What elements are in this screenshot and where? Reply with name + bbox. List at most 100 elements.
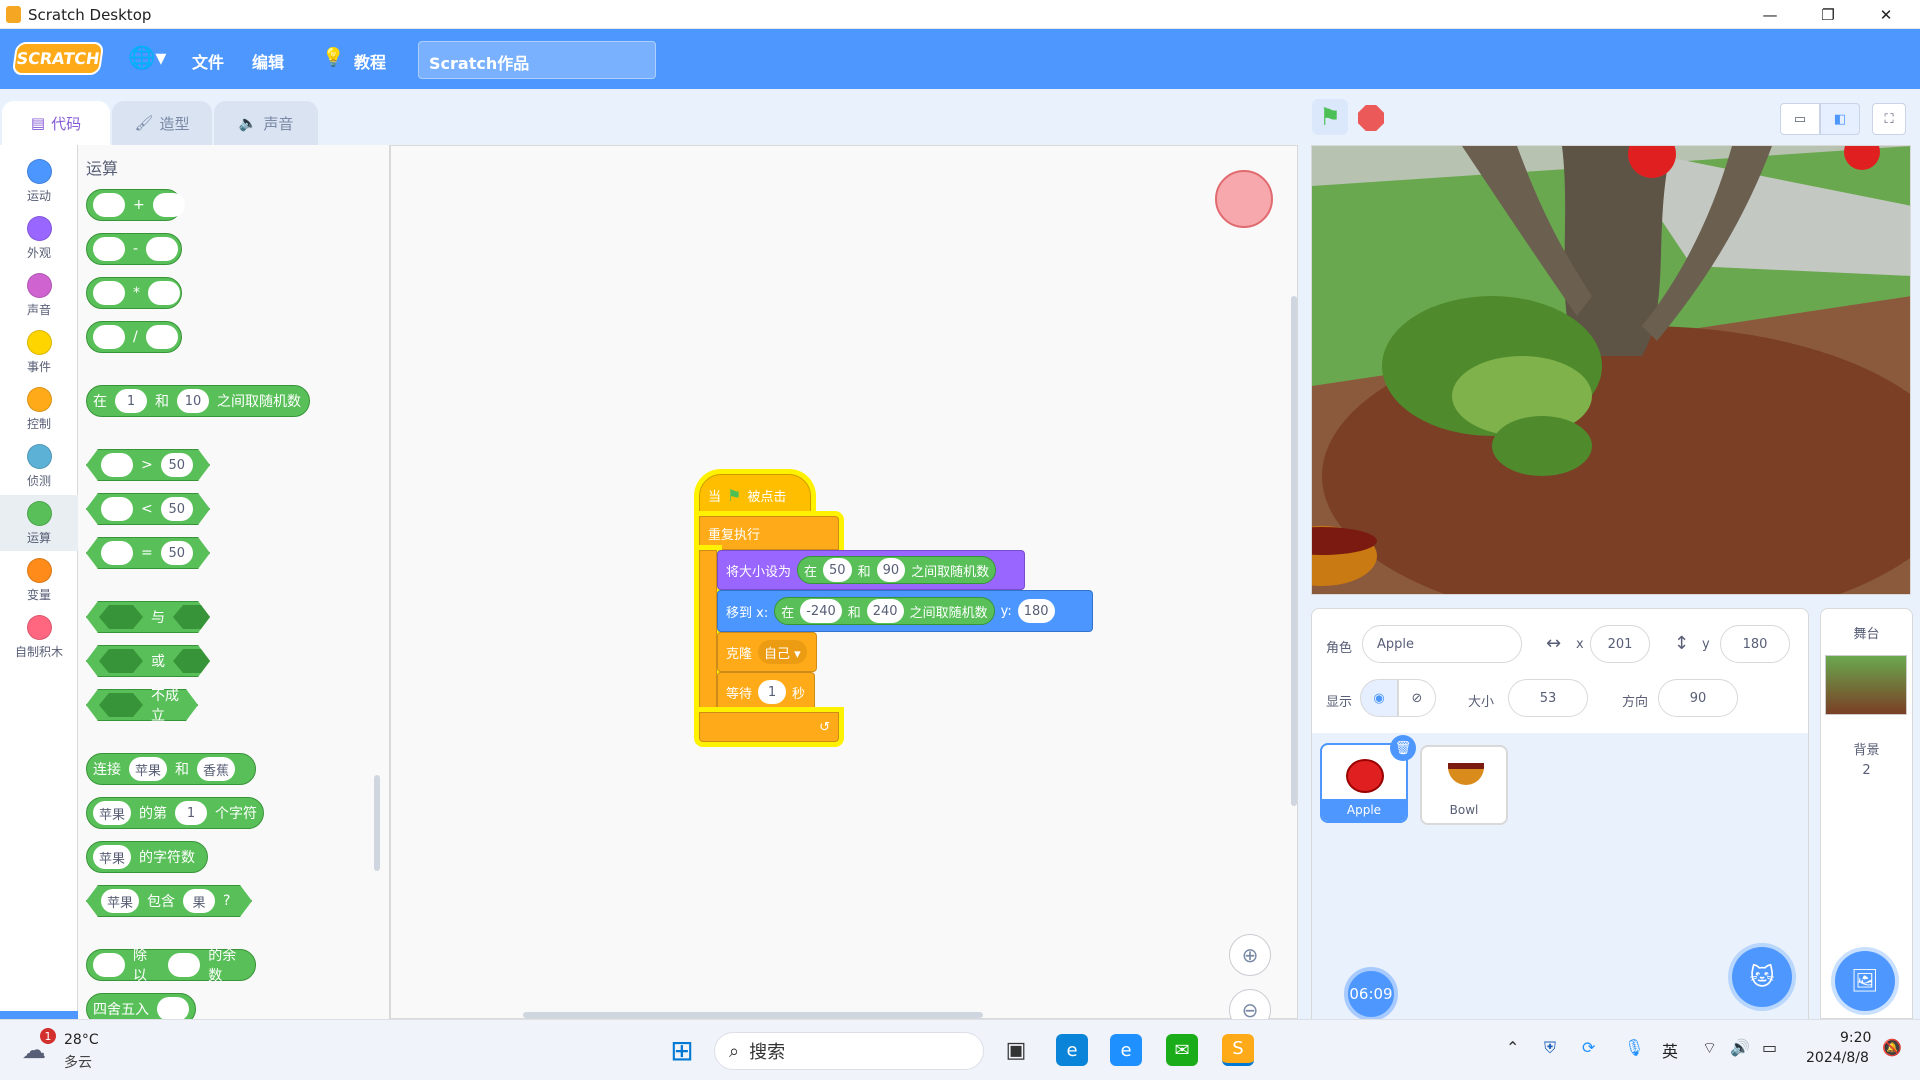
length-string-input[interactable]: 苹果 (93, 845, 132, 869)
random-to-input[interactable]: 10 (177, 389, 209, 413)
size-input[interactable]: 53 (1508, 679, 1588, 717)
x-input[interactable]: 201 (1590, 625, 1650, 663)
green-flag-button[interactable]: ⚑ (1312, 99, 1348, 135)
restore-button[interactable]: ❐ (1800, 0, 1856, 29)
minimize-button[interactable]: — (1742, 0, 1798, 29)
contains-sub-input[interactable]: 果 (183, 889, 215, 913)
wait-seconds-input[interactable]: 1 (758, 680, 787, 704)
join-b-input[interactable]: 香蕉 (197, 757, 236, 781)
or-block[interactable]: 或 (86, 645, 210, 677)
greater-than-block[interactable]: >50 (86, 449, 210, 481)
divide-block[interactable]: / (86, 321, 182, 353)
clone-target-dropdown[interactable]: 自己 ▾ (758, 640, 807, 664)
category-5[interactable]: 侦测 (0, 438, 78, 494)
contains-block[interactable]: 苹果 包含 果 ? (86, 885, 252, 917)
choose-backdrop-button[interactable]: 🖼 (1835, 951, 1895, 1011)
code-workspace[interactable]: 当 ⚑ 被点击 重复执行 将大小设为 在 50 和 90 之间取随机数 移到 x… (390, 145, 1298, 1031)
microphone-icon[interactable]: 🎙 (1624, 1038, 1644, 1057)
tab-sounds[interactable]: 🔈 声音 (214, 101, 318, 145)
start-button[interactable]: ⊞ (666, 1034, 698, 1067)
compare-input[interactable]: 50 (161, 541, 193, 565)
category-8[interactable]: 自制积木 (0, 609, 78, 665)
size-random-from-input[interactable]: 50 (823, 558, 852, 582)
lightbulb-icon[interactable]: 💡 (322, 47, 344, 68)
category-4[interactable]: 控制 (0, 381, 78, 437)
direction-input[interactable]: 90 (1658, 679, 1738, 717)
project-title-input[interactable]: Scratch作品 (418, 41, 656, 79)
sprite-name-input[interactable]: Apple (1362, 625, 1522, 663)
tab-costumes[interactable]: 🖌 造型 (112, 101, 212, 145)
y-input[interactable]: 180 (1017, 599, 1055, 623)
category-7[interactable]: 变量 (0, 552, 78, 608)
category-6[interactable]: 运算 (0, 495, 78, 551)
palette-scrollbar[interactable] (374, 775, 380, 871)
category-3[interactable]: 事件 (0, 324, 78, 380)
fullscreen-button[interactable]: ⛶ (1872, 103, 1906, 135)
create-clone-block[interactable]: 克隆 自己 ▾ (717, 632, 817, 672)
tutorials-menu[interactable]: 教程 (354, 49, 386, 73)
category-0[interactable]: 运动 (0, 153, 78, 209)
sprite-card-apple[interactable]: Apple 🗑 (1320, 735, 1416, 823)
show-sprite-button[interactable]: ◉ (1360, 679, 1398, 717)
script-stack[interactable]: 当 ⚑ 被点击 重复执行 将大小设为 在 50 和 90 之间取随机数 移到 x… (699, 474, 1099, 804)
wifi-icon[interactable]: ⌔ (1702, 1038, 1717, 1058)
scratch-taskbar-icon[interactable]: S (1222, 1034, 1254, 1066)
letter-of-block[interactable]: 苹果 的第 1 个字符 (86, 797, 264, 829)
subtract-block[interactable]: - (86, 233, 182, 265)
choose-sprite-button[interactable]: 🐱 (1732, 947, 1792, 1007)
wechat-icon[interactable]: ✉ (1166, 1034, 1198, 1066)
workspace-vertical-scrollbar[interactable] (1291, 296, 1297, 806)
edge-dev-icon[interactable]: e (1056, 1034, 1088, 1066)
stop-button[interactable] (1358, 105, 1384, 131)
letter-index-input[interactable]: 1 (175, 801, 208, 825)
scratch-logo[interactable]: SCRATCH (11, 42, 105, 75)
add-block[interactable]: + (86, 189, 185, 221)
battery-icon[interactable]: ▭ (1762, 1038, 1777, 1057)
join-a-input[interactable]: 苹果 (129, 757, 168, 781)
hide-sprite-button[interactable]: ⊘ (1398, 679, 1436, 717)
round-block[interactable]: 四舍五入 (86, 993, 196, 1019)
stage-selector-pane[interactable]: 舞台 背景 2 🖼 (1820, 608, 1913, 1019)
edge-icon[interactable]: e (1110, 1034, 1142, 1066)
workspace-horizontal-scrollbar[interactable] (523, 1012, 983, 1018)
security-shield-icon[interactable]: ⛨ (1544, 1038, 1556, 1058)
contains-string-input[interactable]: 苹果 (101, 889, 139, 913)
less-than-block[interactable]: <50 (86, 493, 210, 525)
close-window-button[interactable]: ✕ (1858, 0, 1914, 29)
delete-sprite-button[interactable]: 🗑 (1390, 735, 1416, 761)
tab-code[interactable]: ▤ 代码 (2, 101, 110, 145)
random-operator[interactable]: 在 50 和 90 之间取随机数 (797, 556, 997, 584)
set-size-block[interactable]: 将大小设为 在 50 和 90 之间取随机数 (717, 550, 1025, 590)
multiply-block[interactable]: * (86, 277, 182, 309)
task-view-icon[interactable]: ▣ (1000, 1034, 1032, 1066)
mod-block[interactable]: 除以 的余数 (86, 948, 256, 984)
stage-canvas[interactable] (1311, 145, 1911, 595)
random-block[interactable]: 在 1 和 10 之间取随机数 (86, 385, 310, 417)
sprite-card-bowl[interactable]: Bowl (1420, 745, 1508, 825)
ime-indicator[interactable]: 英 (1662, 1038, 1678, 1062)
not-block[interactable]: 不成立 (86, 689, 198, 721)
length-of-block[interactable]: 苹果 的字符数 (86, 841, 208, 873)
compare-input[interactable]: 50 (161, 453, 193, 477)
and-block[interactable]: 与 (86, 601, 210, 633)
goto-xy-block[interactable]: 移到 x: 在 -240 和 240 之间取随机数 y: 180 (717, 590, 1093, 632)
forever-block[interactable]: 重复执行 (699, 516, 839, 550)
edit-menu[interactable]: 编辑 (252, 49, 284, 73)
zoom-in-button[interactable]: ⊕ (1229, 934, 1271, 976)
random-from-input[interactable]: 1 (115, 389, 147, 413)
file-menu[interactable]: 文件 (192, 49, 224, 73)
taskbar-search[interactable]: ⌕ 搜索 (714, 1032, 984, 1070)
small-stage-button[interactable]: ▭ (1780, 103, 1820, 135)
notification-bell-icon[interactable]: 🔕 (1882, 1038, 1902, 1057)
normal-stage-button[interactable]: ◧ (1820, 103, 1860, 135)
when-flag-clicked-block[interactable]: 当 ⚑ 被点击 (699, 474, 811, 516)
weather-desc[interactable]: 多云 (64, 1052, 92, 1072)
language-menu-icon[interactable]: 🌐▾ (128, 46, 166, 71)
wait-block[interactable]: 等待 1 秒 (717, 672, 815, 712)
x-random-to-input[interactable]: 240 (866, 599, 904, 623)
volume-icon[interactable]: 🔊 (1730, 1038, 1750, 1057)
letter-string-input[interactable]: 苹果 (93, 801, 132, 825)
chevron-up-icon[interactable]: ⌃ (1506, 1038, 1519, 1057)
sync-icon[interactable]: ⟳ (1582, 1038, 1595, 1057)
random-operator[interactable]: 在 -240 和 240 之间取随机数 (774, 597, 995, 625)
